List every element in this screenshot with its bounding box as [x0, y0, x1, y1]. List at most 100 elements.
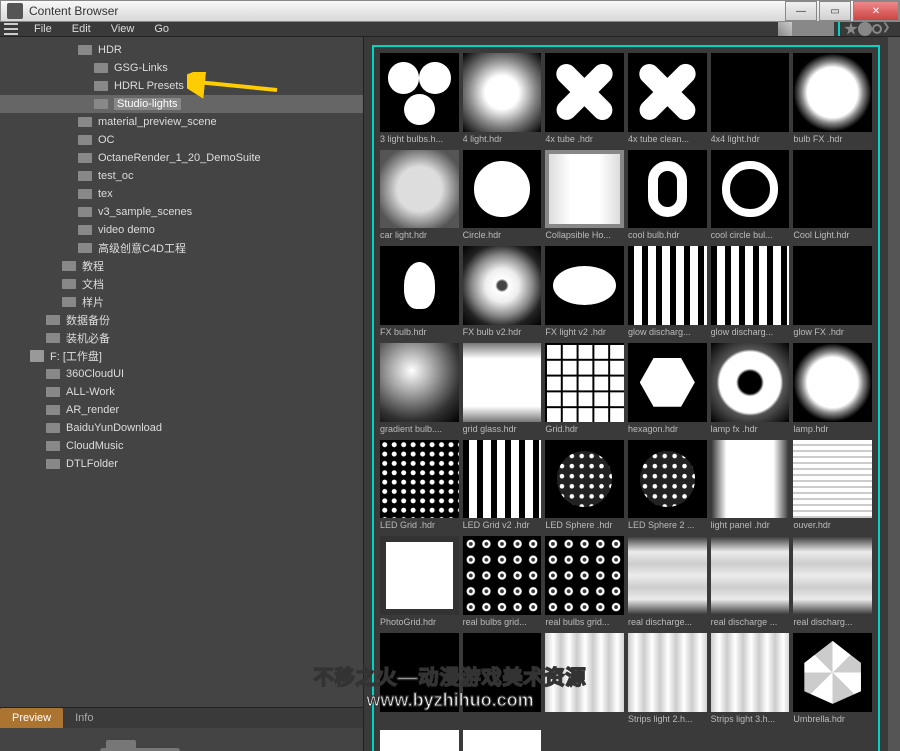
menu-file[interactable]: File [24, 23, 62, 35]
thumbnail-item[interactable]: 4x tube clean... [628, 53, 707, 146]
thumbnail-item[interactable]: FX bulb.hdr [380, 246, 459, 339]
tree-item-hdrl[interactable]: HDRL Presets [0, 77, 363, 95]
thumbnail-item[interactable]: glow discharg... [711, 246, 790, 339]
thumbnail-item[interactable]: bulb FX .hdr [793, 53, 872, 146]
tree-item-cloud[interactable]: CloudMusic [0, 437, 363, 455]
tree-item-video[interactable]: video demo [0, 221, 363, 239]
menu-go[interactable]: Go [144, 23, 179, 35]
thumbnail-item[interactable]: real discharg... [793, 536, 872, 629]
menu-view[interactable]: View [101, 23, 145, 35]
hamburger-icon[interactable] [4, 22, 18, 36]
thumbnail-item[interactable]: lamp.hdr [793, 343, 872, 436]
folder-icon [78, 243, 92, 253]
thumbnail-item[interactable]: 4 light.hdr [463, 53, 542, 146]
thumbnail-item[interactable]: FX bulb v2.hdr [463, 246, 542, 339]
thumbnail-item[interactable]: 3 light bulbs.h... [380, 53, 459, 146]
thumbnail-item[interactable]: glow FX .hdr [793, 246, 872, 339]
tree-item-ar[interactable]: AR_render [0, 401, 363, 419]
tree-item-oc[interactable]: OC [0, 131, 363, 149]
thumbnail-item[interactable]: real discharge... [628, 536, 707, 629]
thumbnail-label: real discharge... [628, 615, 707, 629]
thumbnail-item[interactable]: Umbrella.hdr [793, 633, 872, 726]
folder-icon [46, 405, 60, 415]
thumbnail-label: 3 light bulbs.h... [380, 132, 459, 146]
tree-item-c4d[interactable]: 高级创意C4D工程 [0, 239, 363, 257]
thumbnail-item[interactable]: grid glass.hdr [463, 343, 542, 436]
thumbnail-item[interactable] [380, 730, 459, 751]
thumbnail-item[interactable]: lamp fx .hdr [711, 343, 790, 436]
thumbnail-item[interactable]: ouver.hdr [793, 440, 872, 533]
thumbnail-item[interactable] [463, 730, 542, 751]
tree-item-360[interactable]: 360CloudUI [0, 365, 363, 383]
thumbnail-item[interactable]: LED Sphere .hdr [545, 440, 624, 533]
tree-item-matprev[interactable]: material_preview_scene [0, 113, 363, 131]
thumbnail-item[interactable]: glow discharg... [628, 246, 707, 339]
star-icon[interactable] [844, 22, 858, 36]
thumbnail-item[interactable]: FX light v2 .hdr [545, 246, 624, 339]
thumbnail-item[interactable]: car light.hdr [380, 150, 459, 243]
thumbnail-item[interactable]: cool circle bul... [711, 150, 790, 243]
thumbnail-label: glow FX .hdr [793, 325, 872, 339]
tree-item-v3[interactable]: v3_sample_scenes [0, 203, 363, 221]
thumbnail-item[interactable]: Circle.hdr [463, 150, 542, 243]
tree-item-studio-lights[interactable]: Studio-lights [0, 95, 363, 113]
tree-item-jiaocheng[interactable]: 教程 [0, 257, 363, 275]
tree-item-drive-f[interactable]: F: [工作盘] [0, 347, 363, 365]
thumbnail-item[interactable]: Strips light 3.h... [711, 633, 790, 726]
tree-item-wendang[interactable]: 文档 [0, 275, 363, 293]
thumbnail-label: LED Grid .hdr [380, 518, 459, 532]
maximize-button[interactable]: ▭ [819, 1, 851, 21]
thumbnail-item[interactable] [545, 633, 624, 726]
thumbnail-item[interactable]: LED Grid v2 .hdr [463, 440, 542, 533]
thumbnail-label: PhotoGrid.hdr [380, 615, 459, 629]
chevron-icon[interactable]: ❯ [882, 22, 896, 36]
thumbnail-image [711, 536, 790, 615]
thumbnail-item[interactable]: gradient bulb.... [380, 343, 459, 436]
home-icon[interactable] [792, 22, 806, 36]
thumbnail-item[interactable]: real discharge ... [711, 536, 790, 629]
thumbnail-item[interactable]: light panel .hdr [711, 440, 790, 533]
thumbnail-item[interactable]: 4x4 light.hdr [711, 53, 790, 146]
tab-info[interactable]: Info [63, 708, 105, 728]
thumbnail-item[interactable]: hexagon.hdr [628, 343, 707, 436]
edit-icon[interactable] [778, 22, 792, 36]
copy-icon[interactable] [806, 22, 820, 36]
tree-item-yangpian[interactable]: 样片 [0, 293, 363, 311]
thumbnail-item[interactable]: Strips light 2.h... [628, 633, 707, 726]
thumbnail-item[interactable]: Collapsible Ho... [545, 150, 624, 243]
tree-item-testoc[interactable]: test_oc [0, 167, 363, 185]
tree-item-octane[interactable]: OctaneRender_1_20_DemoSuite [0, 149, 363, 167]
tree-item-tex[interactable]: tex [0, 185, 363, 203]
thumbnail-item[interactable] [463, 633, 542, 726]
thumbnail-item[interactable]: LED Grid .hdr [380, 440, 459, 533]
thumbnail-item[interactable]: cool bulb.hdr [628, 150, 707, 243]
thumbnail-image [463, 730, 542, 751]
trash-icon[interactable] [820, 22, 834, 36]
folder-icon [78, 171, 92, 181]
thumbnail-item[interactable]: Grid.hdr [545, 343, 624, 436]
thumbnail-item[interactable]: real bulbs grid... [463, 536, 542, 629]
window-title: Content Browser [29, 4, 783, 18]
close-button[interactable]: ✕ [853, 1, 899, 21]
thumbnail-item[interactable] [380, 633, 459, 726]
tree-item-baidu[interactable]: BaiduYunDownload [0, 419, 363, 437]
minimize-button[interactable]: — [785, 1, 817, 21]
tree-item-hdr[interactable]: HDR [0, 41, 363, 59]
tree-item-zhuangji[interactable]: 装机必备 [0, 329, 363, 347]
tab-preview[interactable]: Preview [0, 708, 63, 728]
thumbnail-label: bulb FX .hdr [793, 132, 872, 146]
scrollbar-vertical[interactable] [888, 37, 900, 751]
thumbnail-item[interactable]: Cool Light.hdr [793, 150, 872, 243]
thumbnail-item[interactable]: real bulbs grid... [545, 536, 624, 629]
thumbnail-item[interactable]: 4x tube .hdr [545, 53, 624, 146]
user-icon[interactable] [858, 22, 872, 36]
tree-item-shuju[interactable]: 数据备份 [0, 311, 363, 329]
thumbnail-item[interactable]: PhotoGrid.hdr [380, 536, 459, 629]
menu-edit[interactable]: Edit [62, 23, 101, 35]
tree-item-allwork[interactable]: ALL-Work [0, 383, 363, 401]
tree-item-dtl[interactable]: DTLFolder [0, 455, 363, 473]
titlebar[interactable]: Content Browser — ▭ ✕ [0, 0, 900, 22]
thumbnail-item[interactable]: LED Sphere 2 ... [628, 440, 707, 533]
search-icon[interactable] [872, 24, 882, 34]
tree-item-gsg[interactable]: GSG-Links [0, 59, 363, 77]
